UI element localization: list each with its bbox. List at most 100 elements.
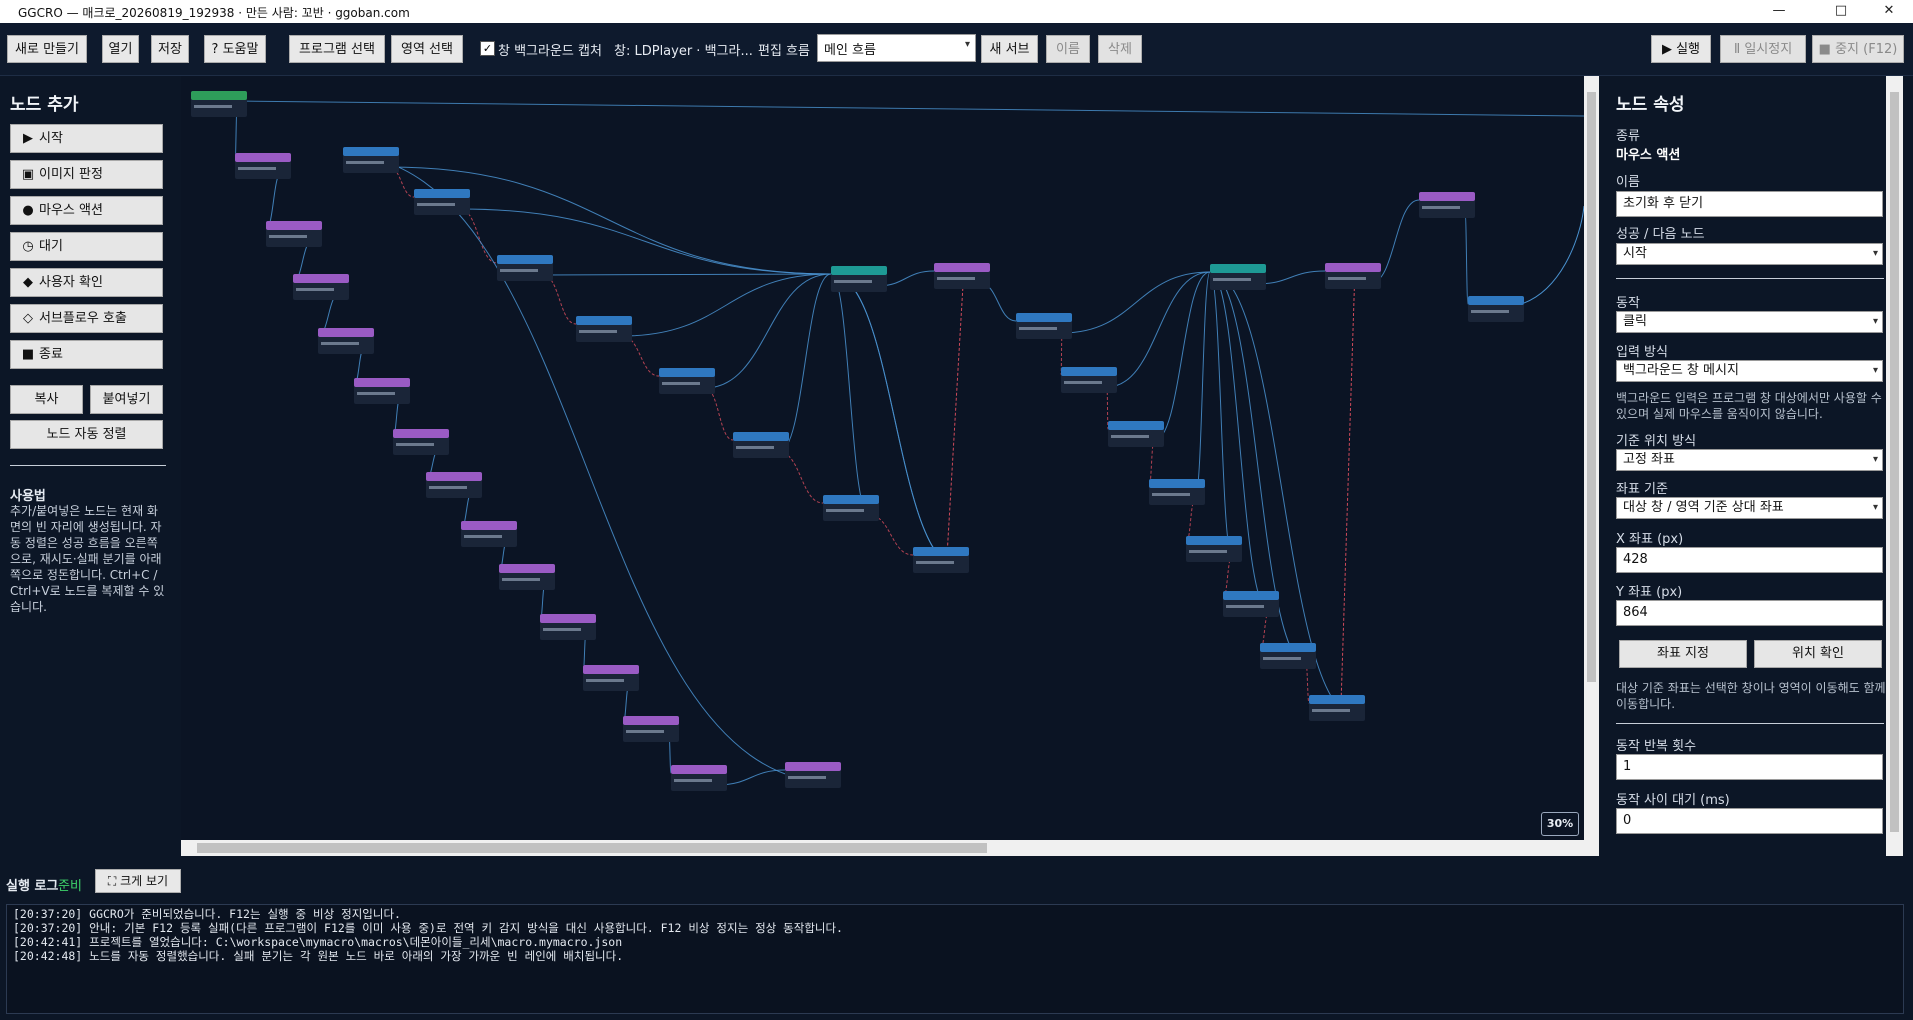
delete-button[interactable]: 삭제 <box>1098 35 1142 63</box>
node-text-line <box>1312 709 1350 712</box>
input-method-select[interactable]: 백그라운드 창 메시지 ▾ <box>1616 360 1883 382</box>
x-coord-input[interactable]: 428 <box>1616 547 1883 573</box>
add-node-button[interactable]: ● 마우스 액션 <box>10 196 163 225</box>
add-node-label: 이미지 판정 <box>39 167 103 182</box>
flow-node[interactable] <box>499 564 555 590</box>
flow-node[interactable] <box>191 91 247 117</box>
flow-node[interactable] <box>1468 296 1524 322</box>
flow-node[interactable] <box>540 614 596 640</box>
flow-node[interactable] <box>235 153 291 179</box>
flow-node[interactable] <box>414 189 470 215</box>
flow-node[interactable] <box>318 328 374 354</box>
add-node-button[interactable]: ◇ 서브플로우 호출 <box>10 304 163 333</box>
check-position-button[interactable]: 위치 확인 <box>1754 640 1882 668</box>
new-button[interactable]: 새로 만들기 <box>7 35 87 63</box>
coord-basis-value: 대상 창 / 영역 기준 상대 좌표 <box>1623 500 1784 515</box>
node-header <box>1309 695 1365 704</box>
flow-canvas[interactable] <box>181 76 1584 856</box>
run-button[interactable]: ▶ 실행 <box>1651 35 1711 63</box>
next-node-select[interactable]: 시작 ▾ <box>1616 243 1883 265</box>
set-coord-button[interactable]: 좌표 지정 <box>1619 640 1747 668</box>
flow-node[interactable] <box>1325 263 1381 289</box>
new-sub-button[interactable]: 새 서브 <box>981 35 1038 63</box>
pause-button[interactable]: Ⅱ 일시정지 <box>1720 35 1806 63</box>
flow-node[interactable] <box>785 762 841 788</box>
flow-node[interactable] <box>1108 421 1164 447</box>
flow-node[interactable] <box>1260 643 1316 669</box>
flow-select[interactable]: 메인 흐름 ▾ <box>817 34 976 62</box>
flow-node[interactable] <box>733 432 789 458</box>
flow-node[interactable] <box>1186 536 1242 562</box>
flow-node[interactable] <box>266 221 322 247</box>
minimize-button[interactable]: — <box>1756 1 1802 21</box>
bg-capture-label: 창 백그라운드 캡처 <box>498 44 602 59</box>
canvas-vscroll-thumb[interactable] <box>1587 92 1596 682</box>
flow-node[interactable] <box>393 429 449 455</box>
add-node-button[interactable]: ◷ 대기 <box>10 232 163 261</box>
flow-node[interactable] <box>831 266 887 292</box>
name-input[interactable]: 초기화 후 닫기 <box>1616 191 1883 217</box>
node-header <box>354 378 410 387</box>
save-button[interactable]: 저장 <box>151 35 189 63</box>
flow-node[interactable] <box>354 378 410 404</box>
add-node-button[interactable]: ◆ 사용자 확인 <box>10 268 163 297</box>
paste-button[interactable]: 붙여넣기 <box>90 385 163 414</box>
node-header <box>235 153 291 162</box>
add-node-button[interactable]: ▣ 이미지 판정 <box>10 160 163 189</box>
subflow-icon: ◇ <box>23 311 33 326</box>
canvas-hscroll-thumb[interactable] <box>197 843 987 853</box>
properties-scrollbar[interactable] <box>1886 76 1903 856</box>
flow-node[interactable] <box>461 521 517 547</box>
action-select[interactable]: 클릭 ▾ <box>1616 311 1883 333</box>
bg-capture-checkbox[interactable]: ✓ <box>480 41 495 56</box>
flow-node[interactable] <box>659 368 715 394</box>
add-node-button[interactable]: ▶ 시작 <box>10 124 163 153</box>
add-node-button[interactable]: ■ 종료 <box>10 340 163 369</box>
help-button[interactable]: ? 도움말 <box>204 35 266 63</box>
canvas-horizontal-scrollbar[interactable] <box>181 840 1584 856</box>
copy-button[interactable]: 복사 <box>10 385 83 414</box>
flow-edge <box>704 273 832 389</box>
reference-mode-select[interactable]: 고정 좌표 ▾ <box>1616 449 1883 471</box>
flow-node[interactable] <box>1149 479 1205 505</box>
flow-node[interactable] <box>576 316 632 342</box>
delay-input[interactable]: 0 <box>1616 808 1883 834</box>
flow-node[interactable] <box>623 716 679 742</box>
flow-node[interactable] <box>934 263 990 289</box>
y-coord-input[interactable]: 864 <box>1616 600 1883 626</box>
program-select-button[interactable]: 프로그램 선택 <box>289 35 385 63</box>
maximize-button[interactable]: □ <box>1818 1 1864 21</box>
flow-graph[interactable] <box>181 76 1584 840</box>
canvas-vertical-scrollbar[interactable] <box>1584 76 1599 856</box>
repeat-count-input[interactable]: 1 <box>1616 754 1883 780</box>
stop-button[interactable]: ■ 중지 (F12) <box>1812 35 1904 63</box>
properties-scroll-thumb[interactable] <box>1890 92 1899 832</box>
auto-align-button[interactable]: 노드 자동 정렬 <box>10 420 163 449</box>
flow-node[interactable] <box>913 547 969 573</box>
zoom-indicator: 30% <box>1541 812 1579 836</box>
flow-node[interactable] <box>671 765 727 791</box>
flow-node[interactable] <box>497 255 553 281</box>
log-line: [20:37:20] GGCRO가 준비되었습니다. F12는 실행 중 비상 … <box>13 907 401 921</box>
flow-node[interactable] <box>1016 313 1072 339</box>
rename-button[interactable]: 이름 <box>1046 35 1090 63</box>
flow-node[interactable] <box>583 665 639 691</box>
region-select-button[interactable]: 영역 선택 <box>391 35 463 63</box>
expand-log-button[interactable]: ⛶ 크게 보기 <box>95 869 181 893</box>
flow-node[interactable] <box>426 472 482 498</box>
flow-node[interactable] <box>823 495 879 521</box>
flow-node[interactable] <box>1210 264 1266 290</box>
coord-basis-select[interactable]: 대상 창 / 영역 기준 상대 좌표 ▾ <box>1616 497 1883 519</box>
flow-node[interactable] <box>293 274 349 300</box>
flow-node[interactable] <box>1419 192 1475 218</box>
flow-node[interactable] <box>1223 591 1279 617</box>
node-text-line <box>500 269 538 272</box>
close-button[interactable]: ✕ <box>1866 1 1912 21</box>
flow-edge <box>1464 211 1469 305</box>
action-value: 클릭 <box>1623 314 1647 329</box>
toolbar: 새로 만들기 열기 저장 ? 도움말 프로그램 선택 영역 선택 ✓ 창 백그라… <box>0 23 1913 76</box>
flow-node[interactable] <box>1061 367 1117 393</box>
flow-node[interactable] <box>343 147 399 173</box>
open-button[interactable]: 열기 <box>102 35 139 63</box>
flow-node[interactable] <box>1309 695 1365 721</box>
